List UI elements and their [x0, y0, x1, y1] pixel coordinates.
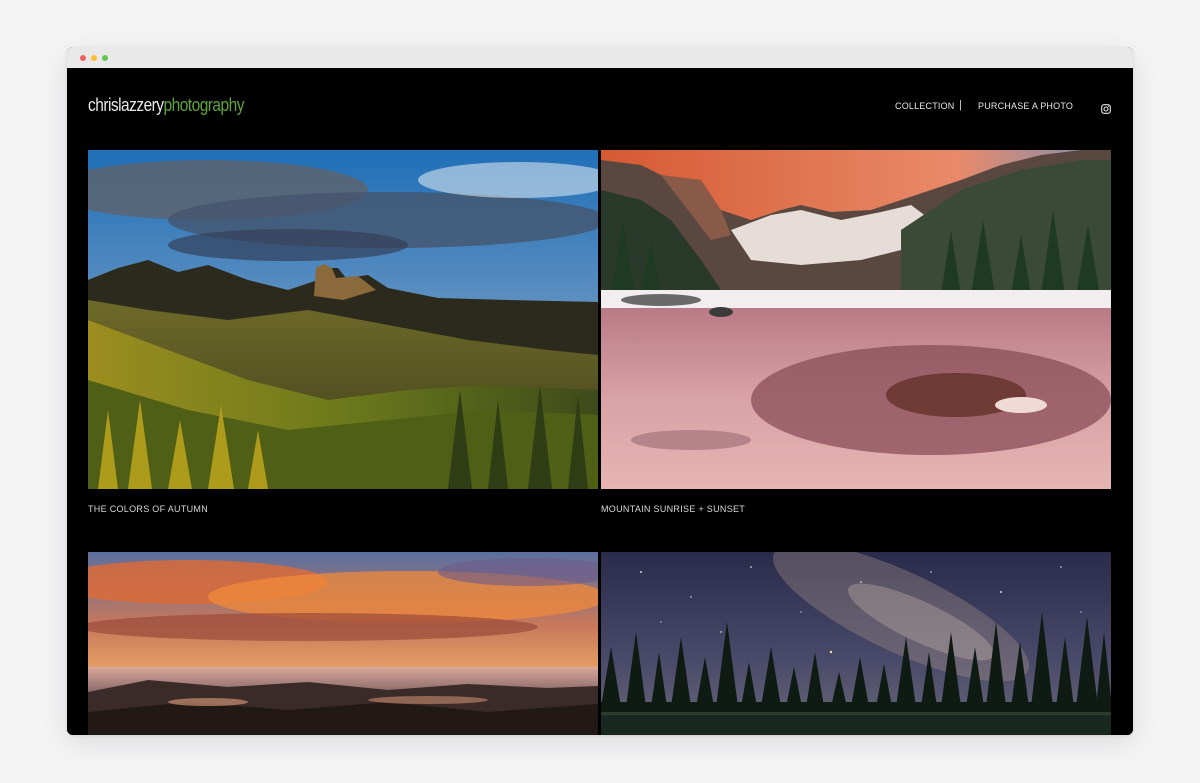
instagram-icon[interactable]: [1101, 101, 1111, 114]
close-window-button[interactable]: [80, 55, 86, 61]
photo-autumn: [88, 150, 598, 489]
gallery-caption-mountain-sunrise[interactable]: MOUNTAIN SUNRISE + SUNSET: [601, 504, 745, 514]
photo-milky-way: [601, 552, 1111, 735]
site-logo[interactable]: chrislazzeryphotography: [88, 95, 244, 116]
nav-purchase-a-photo[interactable]: PURCHASE A PHOTO: [978, 101, 1073, 111]
logo-photography: photography: [163, 95, 245, 115]
website: chrislazzeryphotography COLLECTION | PUR…: [67, 68, 1133, 735]
gallery-caption-autumn[interactable]: THE COLORS OF AUTUMN: [88, 504, 208, 514]
maximize-window-button[interactable]: [102, 55, 108, 61]
gallery-tile-milky-way[interactable]: [601, 552, 1111, 735]
logo-name: chrislazzery: [88, 95, 164, 115]
nav-collection[interactable]: COLLECTION: [895, 101, 955, 111]
minimize-window-button[interactable]: [91, 55, 97, 61]
photo-coastal-sunset: [88, 552, 598, 735]
gallery-tile-autumn[interactable]: [88, 150, 598, 489]
photo-mountain-sunrise: [601, 150, 1111, 489]
nav-separator: |: [959, 99, 963, 111]
gallery-tile-coastal-sunset[interactable]: [88, 552, 598, 735]
gallery-tile-mountain-sunrise[interactable]: [601, 150, 1111, 489]
browser-window: chrislazzeryphotography COLLECTION | PUR…: [67, 47, 1133, 735]
browser-chrome: [67, 47, 1133, 68]
